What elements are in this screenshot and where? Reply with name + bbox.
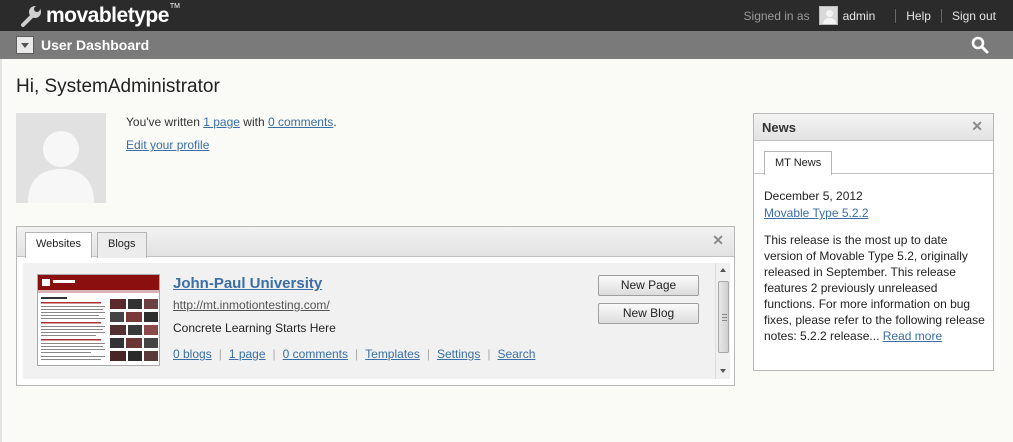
scroll-down-icon[interactable] — [720, 369, 726, 373]
divider: | — [355, 347, 359, 361]
pages-count-link[interactable]: 1 page — [229, 347, 266, 361]
user-silhouette-icon — [28, 131, 94, 203]
website-thumbnail[interactable] — [37, 274, 160, 366]
divider — [940, 8, 942, 23]
scrollbar-thumb[interactable] — [718, 281, 729, 353]
close-icon[interactable]: ✕ — [712, 232, 724, 249]
greeting: Hi, SystemAdministrator — [16, 76, 220, 97]
page-edge — [0, 59, 2, 442]
trademark: TM — [169, 3, 180, 10]
divider: | — [218, 347, 222, 361]
new-blog-button[interactable]: New Blog — [598, 303, 699, 324]
read-more-link[interactable]: Read more — [883, 329, 942, 343]
new-page-button[interactable]: New Page — [598, 275, 699, 296]
website-actions: 0 blogs | 1 page | 0 comments | Template… — [173, 347, 535, 361]
page-title: User Dashboard — [41, 37, 150, 53]
stats-with: with — [239, 115, 268, 129]
writing-stats: You've written 1 page with 0 comments. — [126, 115, 337, 129]
divider: | — [426, 347, 430, 361]
divider: | — [487, 347, 491, 361]
scrollbar[interactable] — [715, 263, 730, 379]
dashboard-bar: User Dashboard — [0, 31, 1013, 59]
website-url-link[interactable]: http://mt.inmotiontesting.com/ — [173, 298, 330, 312]
news-widget: News ✕ MT News December 5, 2012 Movable … — [753, 113, 994, 371]
websites-widget: Websites Blogs ✕ John-Paul University ht… — [16, 226, 735, 386]
scroll-up-icon[interactable] — [720, 268, 726, 272]
profile-avatar — [16, 113, 106, 203]
grip-line — [722, 314, 727, 315]
news-headline-link[interactable]: Movable Type 5.2.2 — [764, 206, 869, 220]
thumbnail-image — [38, 275, 159, 361]
sign-out-link[interactable]: Sign out — [952, 9, 996, 23]
pages-count-link[interactable]: 1 page — [203, 115, 240, 129]
username-link[interactable]: admin — [843, 9, 876, 23]
stats-prefix: You've written — [126, 115, 204, 129]
user-menu: Signed in as admin Help Sign out — [744, 0, 996, 31]
news-date: December 5, 2012 — [764, 189, 863, 203]
widget-header: Websites Blogs ✕ — [17, 227, 734, 258]
grip-line — [722, 320, 727, 321]
news-body: This release is the most up to date vers… — [764, 232, 989, 344]
close-icon[interactable]: ✕ — [971, 118, 983, 135]
blogs-count-link[interactable]: 0 blogs — [173, 347, 212, 361]
news-body-text: This release is the most up to date vers… — [764, 233, 985, 343]
divider: | — [272, 347, 276, 361]
wrench-icon — [21, 6, 41, 27]
templates-link[interactable]: Templates — [365, 347, 420, 361]
comments-count-link[interactable]: 0 comments — [283, 347, 348, 361]
user-avatar-icon[interactable] — [818, 6, 838, 25]
tab-mt-news[interactable]: MT News — [764, 151, 833, 175]
search-icon[interactable] — [971, 36, 989, 54]
website-name-link[interactable]: John-Paul University — [173, 275, 322, 292]
divider — [895, 8, 897, 23]
scope-dropdown-icon[interactable] — [16, 36, 34, 54]
edit-profile-link[interactable]: Edit your profile — [126, 138, 209, 152]
tab-websites[interactable]: Websites — [25, 232, 93, 258]
website-row: John-Paul University http://mt.inmotiont… — [23, 263, 715, 379]
tab-blogs[interactable]: Blogs — [97, 232, 147, 258]
brand-name: movabletype — [46, 4, 169, 27]
help-link[interactable]: Help — [906, 9, 931, 23]
news-tabs: MT News — [754, 141, 993, 175]
website-description: Concrete Learning Starts Here — [173, 321, 336, 335]
stats-period: . — [333, 115, 337, 129]
comments-count-link[interactable]: 0 comments — [268, 115, 333, 129]
search-link[interactable]: Search — [497, 347, 535, 361]
signed-in-label: Signed in as — [743, 8, 810, 23]
news-title: News — [762, 120, 796, 135]
settings-link[interactable]: Settings — [437, 347, 480, 361]
grip-line — [722, 317, 727, 318]
top-bar: movabletype TM Signed in as admin Help S… — [0, 0, 1013, 31]
widget-header: News ✕ — [754, 114, 993, 141]
movabletype-logo[interactable]: movabletype TM — [20, 3, 180, 29]
